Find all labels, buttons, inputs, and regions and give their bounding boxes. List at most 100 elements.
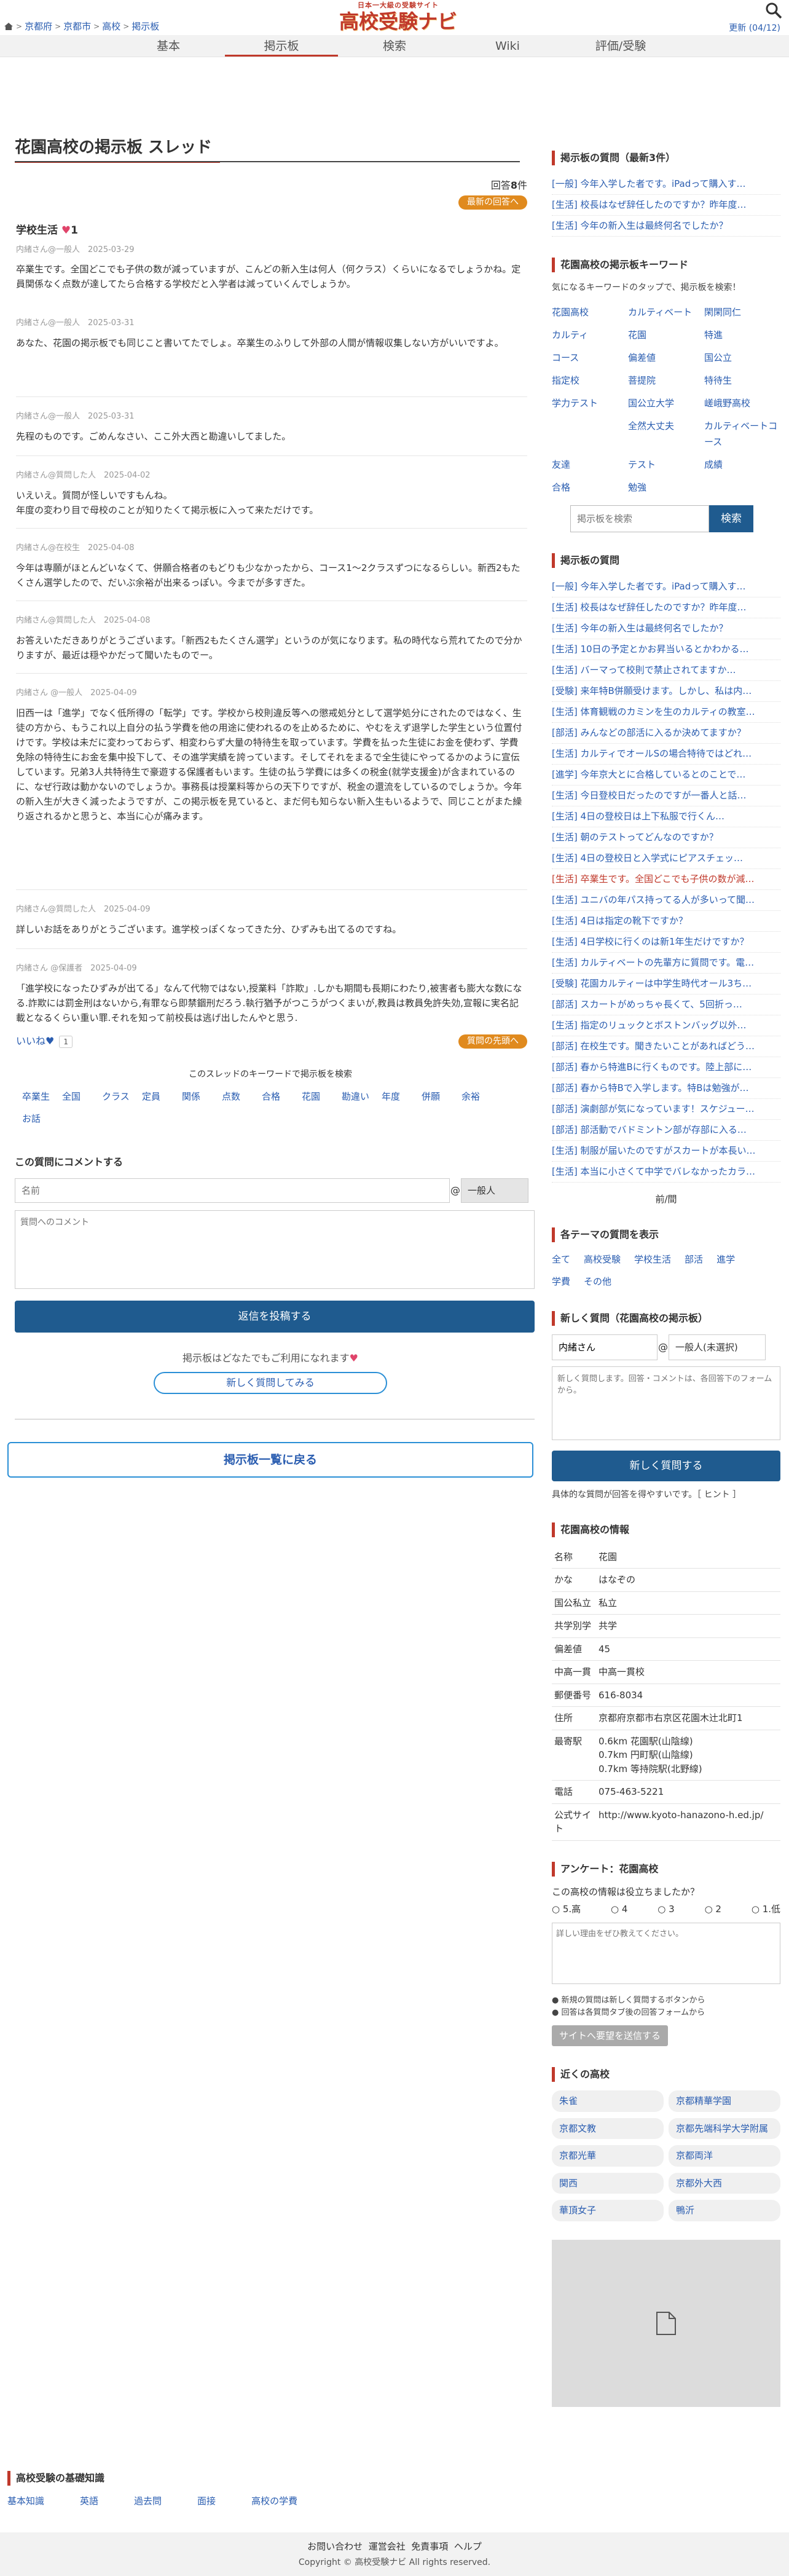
home-icon[interactable] — [4, 22, 14, 31]
question-link[interactable]: [部活] みんなどの部活に入るか決めてますか？ — [552, 723, 780, 744]
keyword-link[interactable]: 定員 — [142, 1090, 182, 1112]
question-top-button[interactable]: 質問の先頭へ — [458, 1034, 527, 1049]
question-link[interactable]: [生活] 4日学校に行くのは新1年生だけですか？ — [552, 932, 780, 953]
theme-link[interactable]: 全て — [552, 1251, 570, 1268]
update-link[interactable]: 更新 (04/12) — [729, 22, 780, 35]
poll-option[interactable]: ○ 5.高 — [552, 1902, 581, 1916]
question-link[interactable]: [生活] 10日の予定とかお昇当いるとかわかる… — [552, 639, 780, 660]
keyword-link[interactable]: 勘違い — [342, 1090, 382, 1112]
nearby-school-link[interactable]: 京都文教 — [552, 2117, 664, 2139]
breadcrumb-prefecture[interactable]: 京都府 — [25, 20, 52, 34]
nearby-school-link[interactable]: 京都両洋 — [669, 2145, 780, 2167]
theme-link[interactable]: 学費 — [552, 1273, 570, 1290]
back-to-list-button[interactable]: 掲示板一覧に戻る — [7, 1442, 533, 1478]
keyword-link[interactable]: 閑閑同仁 — [704, 304, 780, 320]
keyword-link[interactable]: 成績 — [704, 457, 780, 473]
latest-question-link[interactable]: [生活] 今年の新入生は最終何名でしたか？ — [552, 216, 780, 237]
search-icon[interactable] — [764, 1, 783, 20]
nearby-school-link[interactable]: 関西 — [552, 2172, 664, 2194]
question-link[interactable]: [生活] 本当に小さくて中学でバレなかったカラ… — [552, 1162, 780, 1183]
tab-basic[interactable]: 基本 — [112, 35, 225, 57]
new-question-button[interactable]: 新しく質問してみる — [154, 1372, 387, 1394]
keyword-link[interactable]: 卒業生 — [22, 1090, 62, 1112]
question-link[interactable]: [生活] 今年の新入生は最終何名でしたか？ — [552, 618, 780, 639]
keyword-link[interactable]: 全国 — [62, 1090, 102, 1112]
keyword-link[interactable]: 勉強 — [628, 479, 704, 495]
poll-option[interactable]: ○ 2 — [705, 1902, 721, 1916]
theme-link[interactable]: 高校受験 — [584, 1251, 621, 1268]
question-name-field[interactable] — [552, 1334, 658, 1360]
theme-link[interactable]: 進学 — [716, 1251, 735, 1268]
theme-link[interactable]: 部活 — [685, 1251, 703, 1268]
theme-link[interactable]: 学校生活 — [634, 1251, 671, 1268]
question-link[interactable]: [部活] 春から特進Bに行くものです。陸上部に… — [552, 1057, 780, 1078]
question-grade-select[interactable]: 一般人(未選択) — [669, 1334, 766, 1360]
question-link[interactable]: [生活] ユニバの年パス持ってる人が多いって聞… — [552, 890, 780, 911]
info-value[interactable]: http://www.kyoto-hanazono-h.ed.jp/ — [596, 1803, 780, 1841]
question-link[interactable]: [進学] 今年京大とに合格しているとのことで… — [552, 765, 780, 786]
question-link[interactable]: [生活] 今日登校日だったのですが一番人と話… — [552, 786, 780, 806]
keyword-link[interactable]: 点数 — [222, 1090, 262, 1112]
tab-search[interactable]: 検索 — [338, 35, 451, 57]
footer-kb-link[interactable]: 高校の学費 — [251, 2494, 297, 2508]
keyword-link[interactable] — [552, 418, 628, 450]
like-button[interactable]: いいね♥ 1 — [16, 1034, 73, 1049]
keyword-link[interactable]: 特進 — [704, 327, 780, 343]
poll-send-button[interactable]: サイトへ要望を送信する — [552, 2025, 669, 2046]
comment-name-field[interactable] — [15, 1178, 450, 1203]
breadcrumb-school[interactable]: 高校 — [102, 20, 120, 34]
keyword-link[interactable]: カルティ — [552, 327, 628, 343]
question-link[interactable]: [生活] 4日の登校日は上下私服で行くん… — [552, 806, 780, 827]
newest-answer-button[interactable]: 最新の回答へ — [458, 195, 527, 210]
question-link[interactable]: [生活] カルティでオールSの場合特待ではどれ… — [552, 744, 780, 765]
question-link[interactable]: [生活] 4日の登校日と入学式にピアスチェッ… — [552, 848, 780, 869]
keyword-link[interactable]: 学力テスト — [552, 395, 628, 411]
footer-kb-link[interactable]: 面接 — [197, 2494, 216, 2508]
company-link[interactable]: 運営会社 — [369, 2541, 406, 2552]
question-link[interactable]: [生活] 制服が届いたのですがスカートが本長い… — [552, 1141, 780, 1162]
question-body-field[interactable] — [552, 1366, 780, 1440]
poll-reason-field[interactable] — [552, 1922, 780, 1984]
keyword-link[interactable]: 偏差値 — [628, 350, 704, 366]
keyword-link[interactable]: 全然大丈夫 — [628, 418, 704, 450]
reply-submit-button[interactable]: 返信を投稿する — [15, 1301, 535, 1333]
keyword-link[interactable]: 友達 — [552, 457, 628, 473]
question-link[interactable]: [生活] 指定のリュックとボストンバッグ以外… — [552, 1015, 780, 1036]
keyword-link[interactable]: 国公立大学 — [628, 395, 704, 411]
keyword-link[interactable]: 年度 — [382, 1090, 422, 1112]
keyword-link[interactable]: 花園高校 — [552, 304, 628, 320]
keyword-link[interactable]: コース — [552, 350, 628, 366]
question-link[interactable]: [生活] 4日は指定の靴下ですか？ — [552, 911, 780, 932]
question-link[interactable]: [生活] カルティベートの先輩方に質問です。電… — [552, 953, 780, 974]
latest-question-link[interactable]: [一般] 今年入学した者です。iPadって購入す… — [552, 174, 780, 195]
footer-kb-link[interactable]: 基本知識 — [7, 2494, 44, 2508]
nearby-school-link[interactable]: 鴨沂 — [669, 2200, 780, 2221]
tab-wiki[interactable]: Wiki — [451, 35, 564, 57]
question-link[interactable]: [部活] 部活動でバドミントン部が存部に入る… — [552, 1120, 780, 1141]
poll-option[interactable]: ○ 4 — [611, 1902, 627, 1916]
new-question-submit[interactable]: 新しく質問する — [552, 1450, 780, 1481]
keyword-link[interactable]: 嵯峨野高校 — [704, 395, 780, 411]
pagination[interactable]: 前/間 — [552, 1192, 780, 1207]
nearby-school-link[interactable]: 朱雀 — [552, 2090, 664, 2112]
grade-select[interactable]: 一般人 — [461, 1178, 528, 1203]
keyword-link[interactable]: カルティベート — [628, 304, 704, 320]
contact-link[interactable]: お問い合わせ — [307, 2541, 363, 2552]
keyword-link[interactable]: 花園 — [302, 1090, 342, 1112]
breadcrumb-city[interactable]: 京都市 — [63, 20, 91, 34]
keyword-link[interactable]: カルティベートコース — [704, 418, 780, 450]
question-link[interactable]: [部活] 在校生です。聞きたいことがあればどう… — [552, 1036, 780, 1057]
footer-kb-link[interactable]: 英語 — [80, 2494, 98, 2508]
keyword-link[interactable]: 余裕 — [461, 1090, 501, 1112]
keyword-link[interactable]: 菩提院 — [628, 372, 704, 388]
keyword-link[interactable]: 指定校 — [552, 372, 628, 388]
help-link[interactable]: ヘルプ — [454, 2541, 482, 2552]
question-link[interactable]: [生活] バーマって校則で禁止されてますか… — [552, 660, 780, 681]
tab-review[interactable]: 評価/受験 — [564, 35, 677, 57]
keyword-link[interactable]: 特待生 — [704, 372, 780, 388]
comment-body-field[interactable] — [15, 1210, 535, 1289]
question-link[interactable]: [一般] 今年入学した者です。iPadって購入す… — [552, 577, 780, 597]
poll-option[interactable]: ○ 1.低 — [752, 1902, 780, 1916]
breadcrumb-board[interactable]: 掲示板 — [132, 20, 159, 34]
question-link[interactable]: [生活] 体育観戦のカミンを生のカルティの教室… — [552, 702, 780, 723]
